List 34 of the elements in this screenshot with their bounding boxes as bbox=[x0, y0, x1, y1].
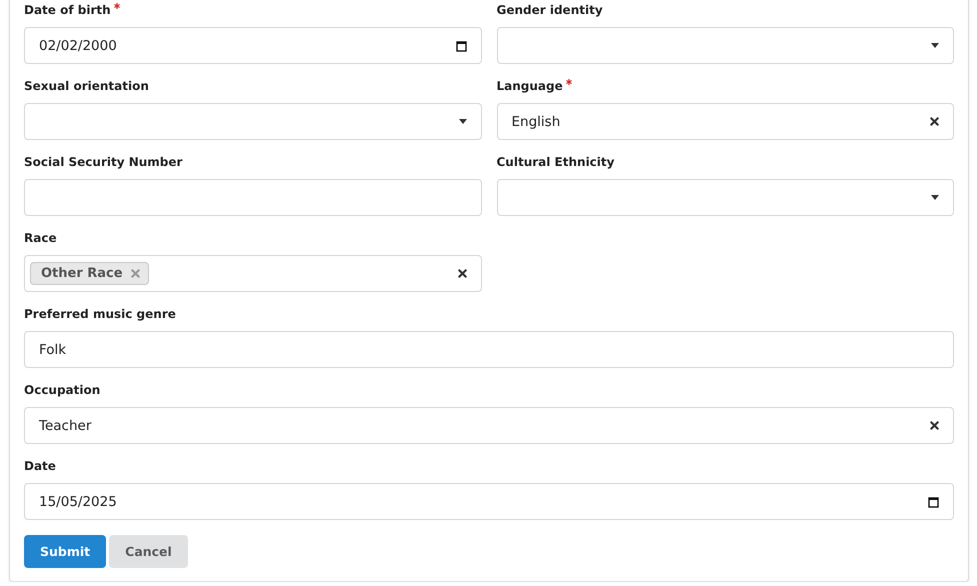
field-label: Date bbox=[24, 458, 56, 475]
field-label: Date of birth bbox=[24, 2, 111, 19]
field-label: Occupation bbox=[24, 382, 100, 399]
multi-select-dropdown[interactable]: Other Race bbox=[24, 255, 482, 292]
input-field[interactable] bbox=[24, 179, 482, 216]
selected-tag: Other Race bbox=[30, 262, 149, 285]
cancel-button[interactable]: Cancel bbox=[109, 535, 188, 568]
clear-icon[interactable] bbox=[458, 269, 466, 278]
date-field[interactable]: 15/05/2025 bbox=[24, 483, 954, 520]
date-value: 15/05/2025 bbox=[39, 494, 118, 510]
clear-icon[interactable] bbox=[930, 421, 939, 430]
selected-value: English bbox=[512, 114, 562, 130]
select-dropdown[interactable]: English bbox=[496, 103, 954, 140]
date-value: 02/02/2000 bbox=[39, 38, 118, 54]
submit-button[interactable]: Submit bbox=[24, 535, 106, 568]
field-label: Social Security Number bbox=[24, 154, 182, 171]
required-asterisk-icon bbox=[114, 3, 120, 9]
caret-icon[interactable] bbox=[931, 43, 939, 48]
calendar-icon[interactable] bbox=[928, 496, 939, 508]
caret-icon[interactable] bbox=[458, 119, 466, 124]
field-label: Sexual orientation bbox=[24, 78, 149, 95]
select-dropdown[interactable]: Teacher bbox=[24, 407, 954, 444]
field-label: Gender identity bbox=[496, 2, 603, 19]
field-label: Race bbox=[24, 230, 57, 247]
date-field[interactable]: 02/02/2000 bbox=[24, 27, 482, 64]
required-asterisk-icon bbox=[566, 79, 572, 85]
clear-icon[interactable] bbox=[930, 117, 939, 126]
caret-icon[interactable] bbox=[931, 195, 939, 200]
input-field[interactable]: Folk bbox=[24, 331, 954, 368]
field-label: Language bbox=[496, 78, 563, 95]
field-label: Cultural Ethnicity bbox=[496, 154, 614, 171]
field-label: Preferred music genre bbox=[24, 306, 176, 323]
calendar-icon[interactable] bbox=[456, 40, 466, 52]
selected-value: Teacher bbox=[39, 418, 92, 434]
